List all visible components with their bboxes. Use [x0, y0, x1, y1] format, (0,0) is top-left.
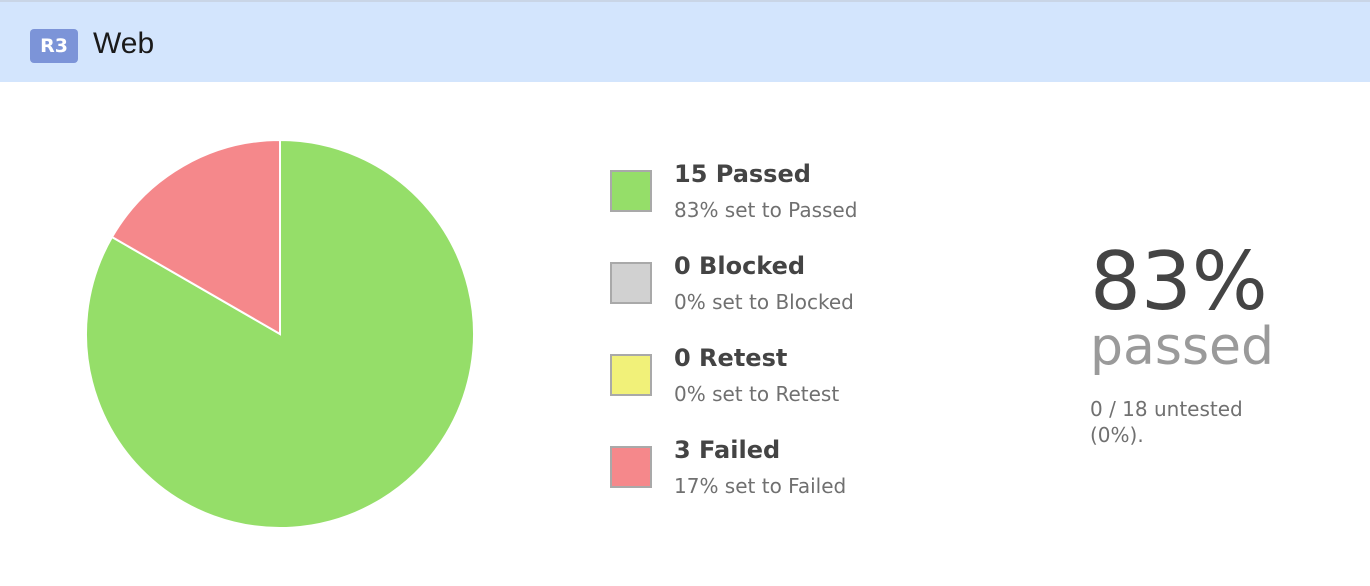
- legend-item-failed: 3 Failed 17% set to Failed: [610, 434, 970, 526]
- legend-sub-failed: 17% set to Failed: [674, 474, 847, 498]
- legend: 15 Passed 83% set to Passed 0 Blocked 0%…: [610, 158, 970, 526]
- legend-title-retest: 0 Retest: [674, 344, 788, 372]
- legend-title-failed: 3 Failed: [674, 436, 781, 464]
- passed-label: passed: [1090, 317, 1275, 377]
- legend-title-blocked: 0 Blocked: [674, 252, 806, 280]
- header-bar: R3 Web: [0, 0, 1370, 82]
- legend-swatch-retest: [610, 354, 652, 396]
- page-title: Web: [93, 27, 155, 60]
- summary-panel: 83% passed 0 / 18 untested (0%).: [1090, 236, 1350, 448]
- legend-item-blocked: 0 Blocked 0% set to Blocked: [610, 250, 970, 342]
- legend-item-retest: 0 Retest 0% set to Retest: [610, 342, 970, 434]
- legend-sub-retest: 0% set to Retest: [674, 382, 840, 406]
- legend-swatch-passed: [610, 170, 652, 212]
- legend-sub-passed: 83% set to Passed: [674, 198, 858, 222]
- legend-title-passed: 15 Passed: [674, 160, 811, 188]
- legend-swatch-failed: [610, 446, 652, 488]
- passed-percent: 83%: [1090, 235, 1268, 328]
- untested-text: 0 / 18 untested (0%).: [1090, 397, 1243, 447]
- pie-chart: [85, 138, 475, 529]
- project-badge: R3: [30, 29, 78, 63]
- legend-sub-blocked: 0% set to Blocked: [674, 290, 854, 314]
- legend-item-passed: 15 Passed 83% set to Passed: [610, 158, 970, 250]
- legend-swatch-blocked: [610, 262, 652, 304]
